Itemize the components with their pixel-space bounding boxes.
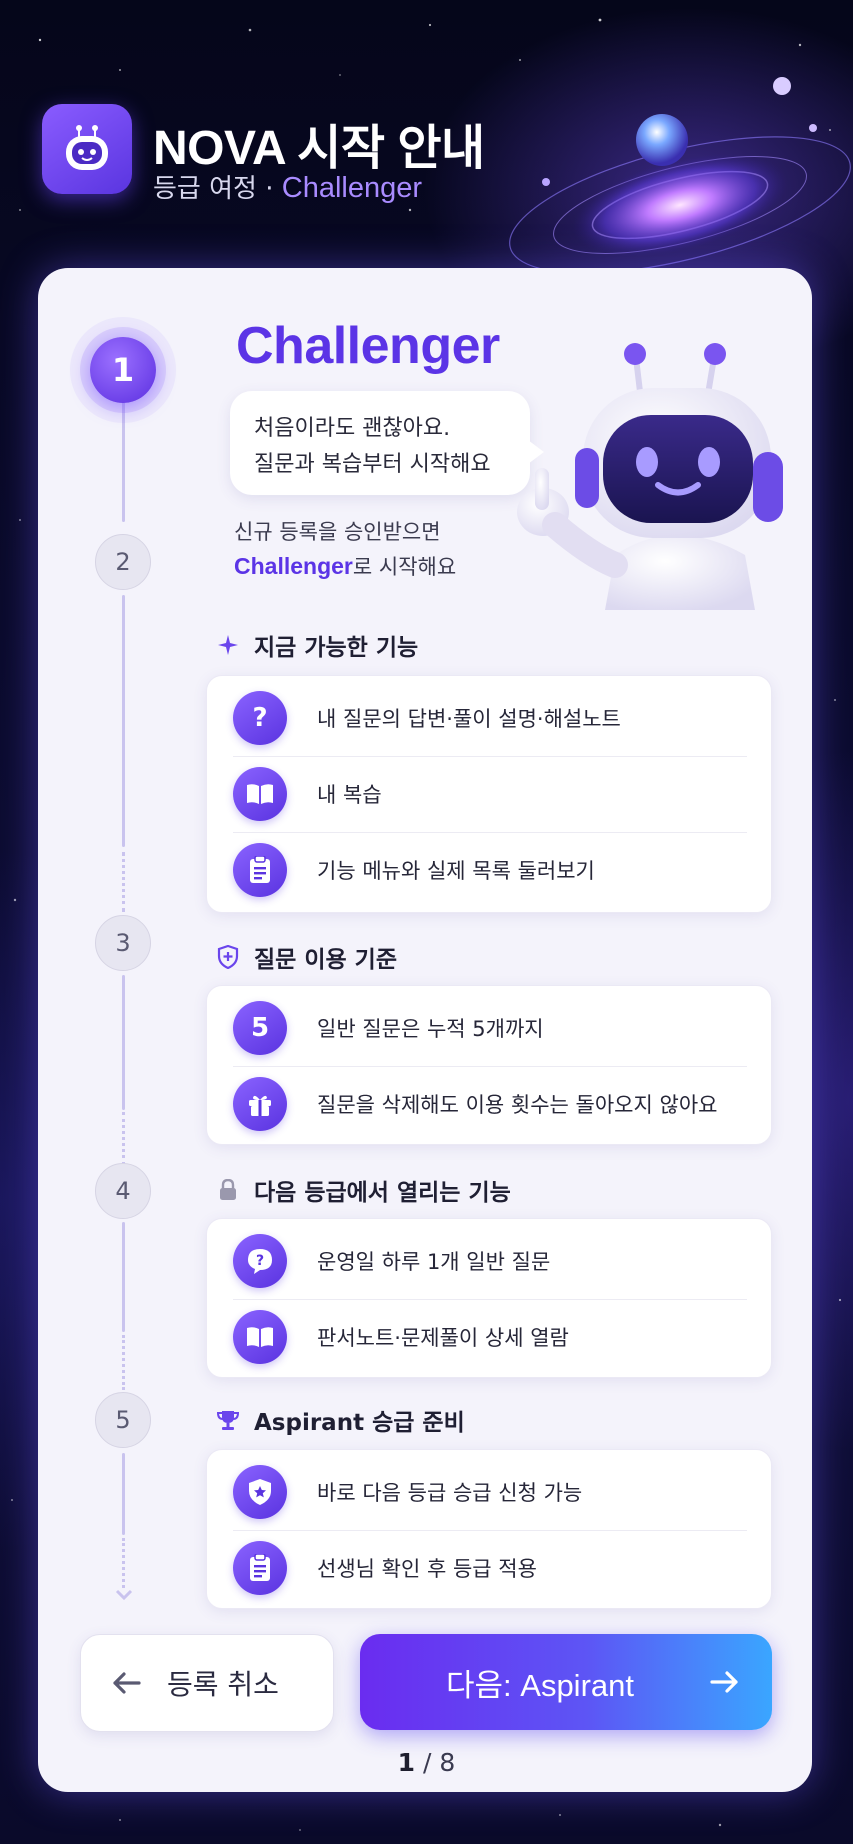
arrow-right-icon <box>710 1671 738 1693</box>
list-item: 내 복습 <box>207 756 771 832</box>
step-connector <box>122 1222 125 1332</box>
divider <box>233 1299 747 1300</box>
step-5[interactable]: 5 <box>95 1392 151 1448</box>
gift-icon <box>233 1077 287 1131</box>
list-item-text: 내 질문의 답변·풀이 설명·해설노트 <box>317 707 621 731</box>
list-item: ? 운영일 하루 1개 일반 질문 <box>207 1223 771 1299</box>
clipboard-icon <box>233 843 287 897</box>
speech-bubble: 처음이라도 괜찮아요. 질문과 복습부터 시작해요 <box>230 391 530 495</box>
subtitle-grade: Challenger <box>281 172 423 204</box>
step-connector <box>122 595 125 847</box>
divider <box>233 832 747 833</box>
step-4[interactable]: 4 <box>95 1163 151 1219</box>
intro-note-line-2: Challenger로 시작해요 <box>234 549 456 584</box>
divider <box>233 756 747 757</box>
intro-note-grade: Challenger <box>234 553 353 579</box>
intro-note: 신규 등록을 승인받으면 Challenger로 시작해요 <box>234 515 456 584</box>
step-3[interactable]: 3 <box>95 915 151 971</box>
locked-list-panel: ? 운영일 하루 1개 일반 질문 판서노트·문제풀이 상세 열람 <box>206 1218 772 1378</box>
step-connector <box>122 975 125 1110</box>
divider <box>233 1530 747 1531</box>
lock-icon <box>216 1178 240 1202</box>
section-title: 다음 등급에서 열리는 기능 <box>254 1180 511 1206</box>
rules-list-panel: 5 일반 질문은 누적 5개까지 질문을 삭제해도 이용 횟수는 돌아오지 않아… <box>206 985 772 1145</box>
step-connector <box>122 1453 125 1535</box>
arrow-left-icon <box>113 1672 141 1694</box>
number-five-icon: 5 <box>233 1001 287 1055</box>
section-aspirant-prep: Aspirant 승급 준비 <box>216 1403 465 1437</box>
step-1-active[interactable]: 1 <box>90 337 156 403</box>
question-icon: ? <box>233 691 287 745</box>
page-total: / 8 <box>423 1748 456 1777</box>
section-question-rules: 질문 이용 기준 <box>216 940 397 974</box>
list-item: 바로 다음 등급 승급 신청 가능 <box>207 1454 771 1530</box>
list-item: 질문을 삭제해도 이용 횟수는 돌아오지 않아요 <box>207 1066 771 1142</box>
list-item-text: 선생님 확인 후 등급 적용 <box>317 1557 537 1581</box>
trophy-icon <box>216 1408 240 1432</box>
robot-face-icon <box>66 125 108 170</box>
clipboard-icon <box>233 1541 287 1595</box>
step-2[interactable]: 2 <box>95 534 151 590</box>
list-item-text: 내 복습 <box>317 783 382 807</box>
step-connector <box>122 400 125 522</box>
page-indicator: 1 / 8 <box>0 1748 853 1777</box>
galaxy-illustration <box>509 77 851 274</box>
rail-end-arrow-icon <box>115 1589 133 1601</box>
shield-star-icon <box>233 1465 287 1519</box>
book-icon <box>233 1310 287 1364</box>
section-title: 질문 이용 기준 <box>254 947 397 973</box>
grade-title: Challenger <box>236 317 500 375</box>
list-item-text: 판서노트·문제풀이 상세 열람 <box>317 1326 569 1350</box>
upgrade-list-panel: 바로 다음 등급 승급 신청 가능 선생님 확인 후 등급 적용 <box>206 1449 772 1609</box>
feature-list-panel: ? 내 질문의 답변·풀이 설명·해설노트 내 복습 기능 메뉴와 실제 목록 … <box>206 675 772 913</box>
section-title: Aspirant 승급 준비 <box>254 1410 465 1436</box>
app-subtitle: 등급 여정 · Challenger <box>153 168 422 205</box>
list-item-text: 일반 질문은 누적 5개까지 <box>317 1017 544 1041</box>
list-item: ? 내 질문의 답변·풀이 설명·해설노트 <box>207 680 771 756</box>
list-item-text: 바로 다음 등급 승급 신청 가능 <box>317 1481 583 1505</box>
app-logo <box>42 104 132 194</box>
cancel-registration-button[interactable]: 등록 취소 <box>80 1634 334 1732</box>
svg-text:?: ? <box>256 1253 264 1269</box>
list-item-text: 질문을 삭제해도 이용 횟수는 돌아오지 않아요 <box>317 1093 718 1117</box>
sparkle-icon <box>216 633 240 657</box>
step-connector-dotted <box>122 1538 128 1588</box>
list-item: 5 일반 질문은 누적 5개까지 <box>207 990 771 1066</box>
next-button[interactable]: 다음: Aspirant <box>360 1634 772 1730</box>
bubble-line-2: 질문과 복습부터 시작해요 <box>254 452 491 477</box>
next-button-label: 다음: Aspirant <box>446 1667 634 1703</box>
list-item: 판서노트·문제풀이 상세 열람 <box>207 1299 771 1375</box>
intro-note-line-1: 신규 등록을 승인받으면 <box>234 520 441 544</box>
step-connector-dotted <box>122 1112 128 1165</box>
page-current: 1 <box>397 1748 416 1777</box>
list-item: 기능 메뉴와 실제 목록 둘러보기 <box>207 832 771 908</box>
step-connector-dotted <box>122 1335 128 1390</box>
list-item: 선생님 확인 후 등급 적용 <box>207 1530 771 1606</box>
cancel-button-label: 등록 취소 <box>167 1668 279 1701</box>
section-available-features: 지금 가능한 기능 <box>216 628 418 662</box>
question-bubble-icon: ? <box>233 1234 287 1288</box>
book-icon <box>233 767 287 821</box>
robot-mascot-illustration <box>517 343 783 610</box>
step-connector-dotted <box>122 852 128 912</box>
list-item-text: 기능 메뉴와 실제 목록 둘러보기 <box>317 859 595 883</box>
section-title: 지금 가능한 기능 <box>254 635 419 661</box>
intro-note-suffix: 로 시작해요 <box>352 555 457 579</box>
divider <box>233 1066 747 1067</box>
section-next-grade-features: 다음 등급에서 열리는 기능 <box>216 1173 511 1207</box>
bubble-line-1: 처음이라도 괜찮아요. <box>254 416 451 441</box>
subtitle-label: 등급 여정 · <box>153 174 274 204</box>
list-item-text: 운영일 하루 1개 일반 질문 <box>317 1250 551 1274</box>
shield-plus-icon <box>216 945 240 969</box>
